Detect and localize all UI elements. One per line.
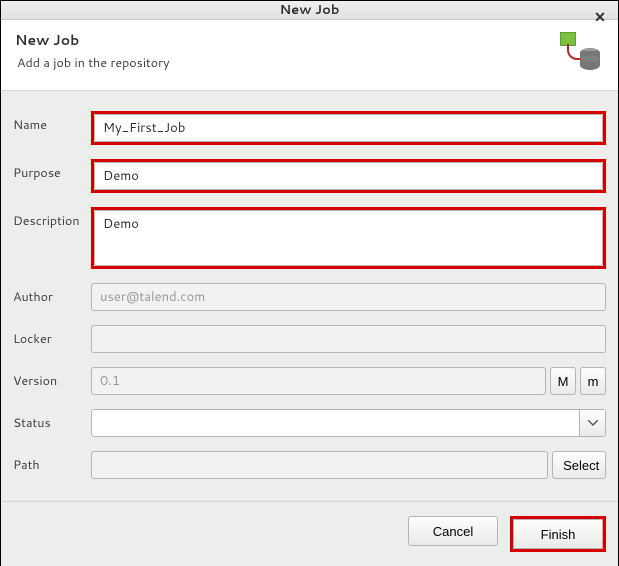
label-author: Author (13, 283, 91, 306)
name-input[interactable] (94, 114, 603, 142)
finish-button[interactable]: Finish (513, 519, 603, 549)
status-dropdown-button[interactable] (579, 410, 605, 436)
row-path: Path Select (9, 451, 610, 479)
close-icon: ✕ (594, 7, 606, 27)
row-status: Status (9, 409, 610, 437)
version-input (91, 367, 546, 395)
row-purpose: Purpose (9, 159, 610, 193)
status-value (92, 410, 579, 436)
row-locker: Locker (9, 325, 610, 353)
label-locker: Locker (13, 325, 91, 348)
header-title: New Job (15, 30, 170, 50)
version-minor-button[interactable]: m (580, 367, 606, 395)
label-status: Status (13, 409, 91, 432)
highlight-purpose (91, 159, 606, 193)
label-description: Description (13, 207, 91, 230)
header-subtitle: Add a job in the repository (17, 54, 170, 72)
job-icon (554, 30, 600, 74)
highlight-name (91, 111, 606, 145)
label-version: Version (13, 367, 91, 390)
row-description: Description (9, 207, 610, 269)
row-version: Version M m (9, 367, 610, 395)
status-combo[interactable] (91, 409, 606, 437)
row-author: Author (9, 283, 610, 311)
label-name: Name (13, 111, 91, 134)
author-input (91, 283, 606, 311)
select-path-button[interactable]: Select (552, 451, 606, 479)
dialog-footer: Cancel Finish (1, 501, 618, 566)
locker-input (91, 325, 606, 353)
cancel-button[interactable]: Cancel (408, 516, 498, 546)
header-text: New Job Add a job in the repository (15, 30, 170, 72)
titlebar: New Job ✕ (1, 1, 618, 20)
label-path: Path (13, 451, 91, 474)
label-purpose: Purpose (13, 159, 91, 182)
window-title: New Job (280, 1, 340, 19)
purpose-input[interactable] (94, 162, 603, 190)
chevron-down-icon (588, 420, 598, 426)
form-area: Name Purpose Description (1, 91, 618, 501)
row-name: Name (9, 111, 610, 145)
highlight-description (91, 207, 606, 269)
close-button[interactable]: ✕ (590, 7, 610, 27)
path-input (91, 451, 548, 479)
new-job-dialog: New Job ✕ New Job Add a job in the repos… (0, 0, 619, 566)
description-input[interactable] (94, 210, 603, 266)
version-major-button[interactable]: M (550, 367, 576, 395)
highlight-finish: Finish (510, 516, 606, 552)
dialog-header: New Job Add a job in the repository (1, 20, 618, 91)
